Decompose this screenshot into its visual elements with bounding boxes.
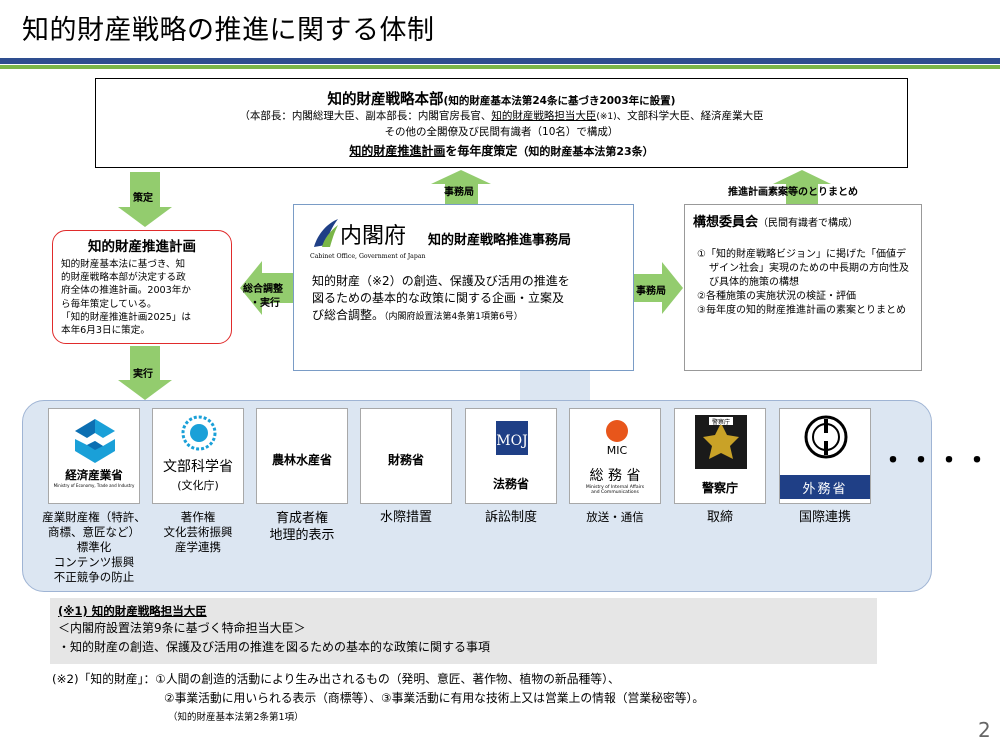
ministry-sub: (文化庁): [177, 479, 219, 492]
cabinet-office-logo: 内閣府 Cabinet Office, Government of Japan: [310, 219, 426, 260]
ip-secretariat-box: 内閣府 Cabinet Office, Government of Japan …: [293, 204, 634, 371]
ministry-card-meti: 経済産業省 Ministry of Economy, Trade and Ind…: [48, 408, 140, 504]
ministry-name: 総 務 省: [589, 468, 641, 484]
summary-arrow-label: 推進計画素案等のとりまとめ: [728, 187, 858, 198]
ministry-name: 農林水産省: [271, 453, 332, 467]
npa-emblem-text: 警察庁: [712, 418, 730, 426]
committee-item: ①「知的財産戦略ビジョン」に掲げた「価値デザイン社会」実現のための中長期の方向性…: [697, 249, 909, 288]
ministry-card-mic: MIC 総 務 省 Ministry of Internal Affairs a…: [569, 408, 661, 504]
moj-logo-text: MOJ: [496, 433, 527, 449]
note2-line3: （知的財産基本法第2条第1項）: [168, 712, 304, 723]
execute-arrow-label: 実行: [133, 369, 153, 380]
ministry-name: 経済産業省: [65, 468, 123, 482]
note-ip-minister: (※1) 知的財産戦略担当大臣 ＜内閣府設置法第9条に基づく特命担当大臣＞ ・知…: [50, 598, 877, 664]
secretariat-connector: [520, 371, 590, 401]
ministry-name: 財務省: [387, 453, 424, 467]
plan-box-line: 府全体の推進計画。2003年か: [61, 285, 191, 297]
ministry-name: 外務省: [802, 482, 848, 497]
meti-logo-icon: [75, 419, 115, 463]
plan-box-line: 的財産戦略本部が決定する政: [61, 272, 186, 284]
logo-text: 内閣府: [340, 224, 406, 249]
ministry-card-mof: 財務省: [360, 408, 452, 504]
note2-line1: (※2)「知的財産」：①人間の創造的活動により生み出されるもの（発明、意匠、著作…: [52, 672, 620, 686]
ministry-desc-line: 地理的表示: [269, 528, 335, 543]
ministry-card-npa: 警察庁 警察庁: [674, 408, 766, 504]
secretariat-desc-line: び総合調整。: [312, 308, 385, 322]
mofa-emblem-icon: [804, 415, 848, 459]
note1-line2: ・知的財産の創造、保護及び活用の推進を図るための基本的な政策に関する事項: [58, 640, 491, 654]
secretariat-name: 知的財産戦略推進事務局: [428, 233, 572, 248]
ministry-card-mext: 文部科学省 (文化庁): [152, 408, 244, 504]
more-ministries-ellipsis: ・・・・: [880, 446, 993, 476]
ministry-name: 警察庁: [701, 481, 738, 495]
mic-logo-text: MIC: [607, 444, 628, 457]
policy-arrow-label: 策定: [133, 193, 153, 204]
ministry-name: 法務省: [492, 477, 529, 491]
secretariat-desc-basis: （内閣府設置法第4条第1項第6号）: [384, 312, 523, 322]
ministry-desc-line: コンテンツ振興: [53, 555, 135, 569]
note1-line1: ＜内閣府設置法第9条に基づく特命担当大臣＞: [58, 621, 306, 635]
coordination-label-2: ・実行: [250, 298, 280, 309]
secretariat-up-label: 事務局: [444, 187, 474, 198]
committee-composition: （民間有識者で構成）: [758, 218, 859, 229]
ministry-name-en: Ministry of Economy, Trade and Industry: [53, 483, 135, 488]
vision-committee-box: 構想委員会（民間有識者で構成） ①「知的財産戦略ビジョン」に掲げた「価値デザイン…: [684, 204, 922, 371]
npa-emblem-icon: 警察庁: [695, 415, 747, 469]
mext-logo-icon: [181, 415, 217, 451]
ministry-desc-line: 不正競争の防止: [53, 570, 135, 584]
note1-title: (※1) 知的財産戦略担当大臣: [58, 604, 207, 618]
plan-box-line: 本年6月3日に策定。: [61, 325, 150, 337]
ministry-desc-mofa: 国際連携: [761, 510, 889, 525]
page-number: 2: [978, 718, 991, 742]
plan-box-title: 知的財産推進計画: [88, 239, 196, 255]
ministry-name-en: Ministry of Internal Affairs and Communi…: [585, 485, 645, 495]
ministry-card-mofa: 外務省: [779, 408, 871, 504]
secretariat-desc-line: 知的財産（※2）の創造、保護及び活用の推進を: [312, 274, 570, 288]
secretariat-desc-line: 図るための基本的な政策に関する企画・立案及: [312, 291, 565, 305]
coordination-label-1: 総合調整: [243, 284, 283, 295]
ministry-desc-line: 国際連携: [798, 510, 851, 525]
plan-box-line: 「知的財産推進計画2025」は: [61, 311, 191, 323]
logo-sub: Cabinet Office, Government of Japan: [310, 253, 426, 260]
committee-name: 構想委員会: [693, 215, 759, 230]
note2-line2: ②事業活動に用いられる表示（商標等）、③事業活動に有用な技術上又は営業上の情報（…: [164, 691, 705, 705]
ministry-name: 文部科学省: [163, 459, 233, 475]
committee-item: ③毎年度の知的財産推進計画の素案とりまとめ: [697, 305, 906, 316]
plan-box-line: 知的財産基本法に基づき、知: [61, 259, 186, 270]
ministry-card-maff: 農林水産省: [256, 408, 348, 504]
committee-item: ②各種施策の実施状況の検証・評価: [697, 291, 856, 302]
mic-logo-icon: MIC: [606, 420, 628, 457]
moj-logo-icon: MOJ: [496, 421, 528, 455]
ministry-card-moj: MOJ 法務省: [465, 408, 557, 504]
plan-box-line: ら毎年策定している。: [61, 298, 157, 310]
ip-promotion-plan-box: 知的財産推進計画 知的財産基本法に基づき、知 的財産戦略本部が決定する政 府全体…: [52, 230, 232, 344]
note-ip-definition: (※2)「知的財産」：①人間の創造的活動により生み出されるもの（発明、意匠、著作…: [52, 670, 704, 727]
secretariat-right-label: 事務局: [636, 286, 666, 297]
